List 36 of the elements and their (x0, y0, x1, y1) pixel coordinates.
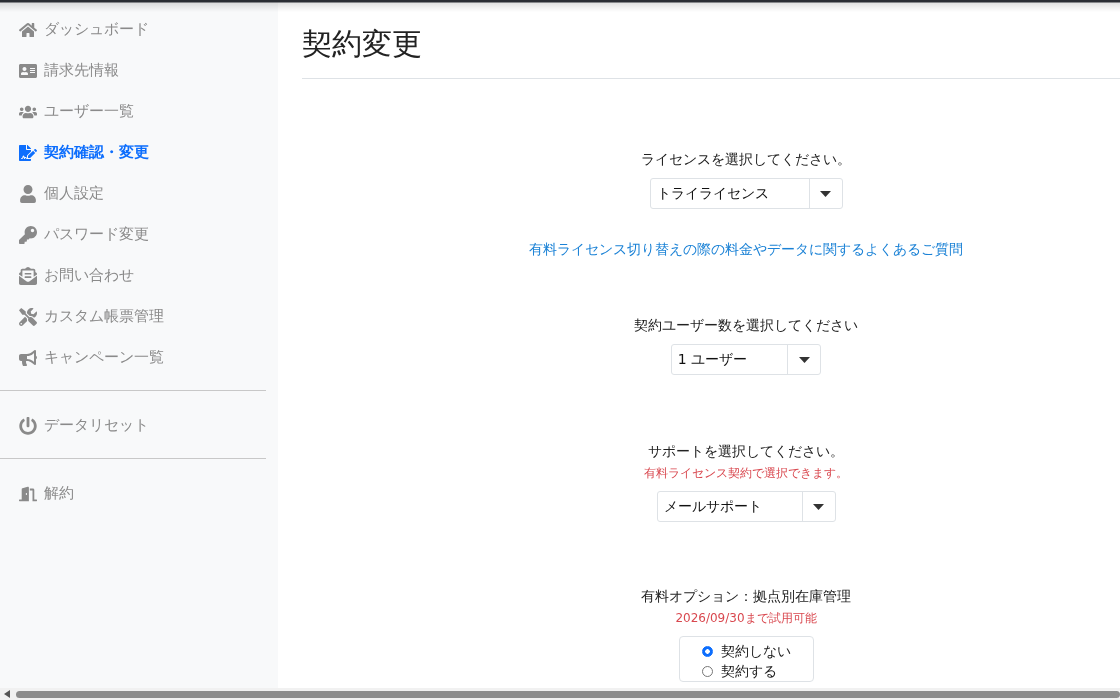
page-title: 契約変更 (302, 25, 423, 63)
field-label: 契約ユーザー数を選択してください (634, 316, 858, 335)
field-note: 有料ライセンス契約で選択できます。 (644, 465, 848, 482)
sidebar-item[interactable]: カスタム帳票管理 (0, 296, 278, 337)
caret-icon (820, 190, 831, 197)
sidebar-item[interactable]: 契約確認・変更 (0, 132, 278, 173)
sidebar-item[interactable]: ダッシュボード (0, 9, 278, 50)
field-label: 有料オプション：拠点別在庫管理 (641, 587, 851, 606)
open-envelope-icon (16, 264, 40, 287)
power-icon (16, 414, 40, 437)
field-note: 2026/09/30まで試用可能 (675, 610, 817, 627)
sidebar-item[interactable]: パスワード変更 (0, 214, 278, 255)
horizontal-scrollbar[interactable] (0, 688, 1120, 700)
sidebar-item[interactable]: 個人設定 (0, 173, 278, 214)
radio-label: 契約する (720, 662, 777, 681)
sidebar-item[interactable]: キャンペーン一覧 (0, 337, 278, 378)
sidebar-item[interactable]: データリセット (0, 405, 278, 446)
scrollbar-thumb[interactable] (16, 691, 1120, 698)
scroll-left-icon[interactable] (4, 690, 10, 698)
sidebar-item[interactable]: ユーザー一覧 (0, 91, 278, 132)
key-icon (16, 223, 40, 246)
select-field[interactable]: 1 ユーザー (670, 344, 822, 375)
radio-button[interactable] (701, 645, 713, 657)
caret-icon (813, 503, 824, 510)
select-field[interactable]: トライライセンス (649, 178, 843, 209)
sidebar-item[interactable]: 請求先情報 (0, 50, 278, 91)
radio-label: 契約しない (720, 642, 791, 661)
radio-button[interactable] (701, 665, 713, 677)
caret-icon (798, 356, 810, 363)
field-label: サポートを選択してください。 (648, 442, 844, 461)
sidebar-item[interactable]: お問い合わせ (0, 255, 278, 296)
select-field[interactable]: メールサポート (656, 491, 836, 522)
tools-icon (16, 305, 40, 328)
sidebar-item[interactable]: 解約 (0, 473, 278, 514)
faq-link[interactable]: 有料ライセンス切り替えの際の料金やデータに関するよくあるご質問 (529, 241, 963, 259)
field-label: ライセンスを選択してください。 (641, 150, 851, 169)
